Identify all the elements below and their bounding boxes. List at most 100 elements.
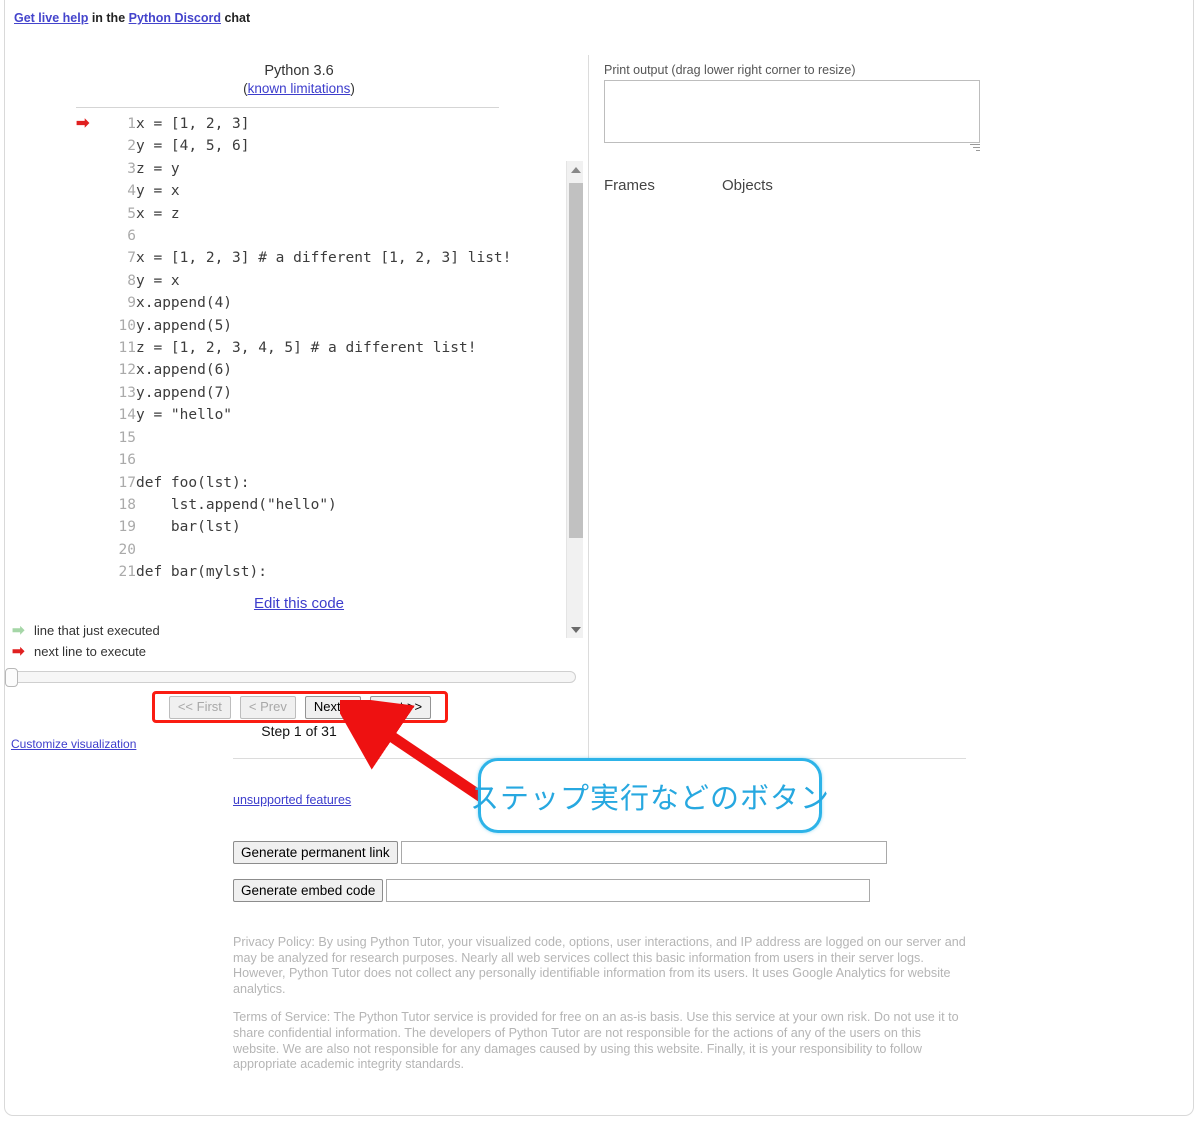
code-divider: [76, 107, 499, 108]
code-line-text[interactable]: y = x: [136, 180, 511, 202]
code-line-text[interactable]: [136, 225, 511, 247]
scroll-down-icon[interactable]: [567, 621, 584, 638]
code-line-row: 17 def foo(lst):: [76, 472, 511, 494]
code-line-number: 19: [118, 519, 136, 536]
code-line-number: 15: [118, 429, 136, 446]
code-line-text[interactable]: def bar(mylst):: [136, 561, 511, 583]
customize-visualization-wrap: Customize visualization: [11, 737, 136, 751]
next-step-button[interactable]: Next >: [304, 695, 361, 719]
customize-visualization-link[interactable]: Customize visualization: [11, 737, 136, 751]
get-live-help-link[interactable]: Get live help: [14, 11, 88, 25]
code-line-text[interactable]: [136, 449, 511, 471]
print-output-label: Print output (drag lower right corner to…: [604, 63, 856, 77]
generate-permanent-link-button[interactable]: Generate permanent link: [233, 841, 398, 864]
code-line-row: 14 y = "hello": [76, 404, 511, 426]
code-line-number: 10: [118, 317, 136, 334]
legend-row-executed: ➡ line that just executed: [12, 620, 160, 641]
legend-executed-label: line that just executed: [34, 623, 160, 638]
help-mid-text: in the: [88, 11, 129, 25]
next-line-arrow-icon: ➡: [76, 115, 90, 132]
code-line-number: 7: [127, 250, 136, 267]
code-line-number: 20: [118, 541, 136, 558]
code-line-number: 11: [118, 340, 136, 357]
code-scrollbar[interactable]: [566, 161, 583, 638]
code-line-arrow-slot: [76, 203, 110, 225]
slider-handle[interactable]: [5, 668, 18, 687]
code-line-arrow-slot: [76, 359, 110, 381]
known-limitations-link[interactable]: known limitations: [248, 81, 351, 96]
code-line-text[interactable]: y = x: [136, 270, 511, 292]
code-line-arrow-slot: [76, 427, 110, 449]
code-line-arrow-slot: [76, 516, 110, 538]
unsupported-features-link[interactable]: unsupported features: [233, 793, 351, 807]
legal-text: Privacy Policy: By using Python Tutor, y…: [233, 935, 969, 1086]
code-line-text[interactable]: x = [1, 2, 3]: [136, 113, 511, 135]
code-line-text[interactable]: x.append(4): [136, 292, 511, 314]
privacy-policy-text: Privacy Policy: By using Python Tutor, y…: [233, 935, 966, 996]
code-line-text[interactable]: x = z: [136, 203, 511, 225]
code-line-number: 17: [118, 474, 136, 491]
code-line-text[interactable]: def foo(lst):: [136, 472, 511, 494]
code-line-arrow-slot: [76, 449, 110, 471]
live-help-banner: Get live help in the Python Discord chat: [14, 11, 250, 25]
edit-this-code-link[interactable]: Edit this code: [254, 595, 344, 612]
code-line-row: 20: [76, 539, 511, 561]
print-output-textarea[interactable]: [604, 80, 980, 143]
known-limitations-line: (known limitations): [0, 80, 598, 97]
annotation-callout: ステップ実行などのボタン: [470, 758, 829, 833]
code-line-text[interactable]: [136, 539, 511, 561]
code-line-row: 10 y.append(5): [76, 315, 511, 337]
code-line-text[interactable]: y = "hello": [136, 404, 511, 426]
code-line-row: 8y = x: [76, 270, 511, 292]
python-version-header: Python 3.6 (known limitations): [0, 63, 598, 97]
code-scrollbar-thumb[interactable]: [569, 183, 583, 538]
last-step-button[interactable]: Last >>: [369, 695, 432, 719]
green-arrow-icon: ➡: [12, 622, 25, 639]
code-line-arrow-slot: [76, 270, 110, 292]
resize-grip-icon[interactable]: [969, 144, 980, 155]
code-line-number: 16: [118, 452, 136, 469]
code-line-number: 4: [127, 183, 136, 200]
code-line-text[interactable]: x.append(6): [136, 359, 511, 381]
legend-row-next: ➡ next line to execute: [12, 641, 160, 662]
legend-next-label: next line to execute: [34, 644, 147, 659]
prev-step-button[interactable]: < Prev: [239, 695, 296, 719]
python-version-label: Python 3.6: [264, 63, 334, 79]
code-line-number: 14: [118, 407, 136, 424]
code-line-text[interactable]: lst.append("hello"): [136, 494, 511, 516]
generate-embed-code-button[interactable]: Generate embed code: [233, 879, 384, 902]
execution-legend: ➡ line that just executed ➡ next line to…: [12, 620, 160, 662]
code-line-text[interactable]: z = [1, 2, 3, 4, 5] # a different list!: [136, 337, 511, 359]
paren-close: ): [350, 81, 355, 96]
code-line-text[interactable]: y.append(5): [136, 315, 511, 337]
code-line-arrow-slot: [76, 135, 110, 157]
generate-embed-code-row: Generate embed code: [233, 879, 871, 902]
code-line-arrow-slot: [76, 337, 110, 359]
code-line-text[interactable]: y = [4, 5, 6]: [136, 135, 511, 157]
code-line-number: 5: [127, 205, 136, 222]
code-display[interactable]: ➡ 1 x = [1, 2, 3] 2 y = [4, 5, 6] 3 z = y4y = …: [76, 113, 556, 583]
python-discord-link[interactable]: Python Discord: [129, 11, 221, 25]
code-line-row: 12 x.append(6): [76, 359, 511, 381]
code-line-text[interactable]: x = [1, 2, 3] # a different [1, 2, 3] li…: [136, 247, 511, 269]
code-line-text[interactable]: z = y: [136, 158, 511, 180]
code-line-text[interactable]: bar(lst): [136, 516, 511, 538]
code-line-text[interactable]: [136, 427, 511, 449]
code-line-row: 9 x.append(4): [76, 292, 511, 314]
code-line-text[interactable]: y.append(7): [136, 382, 511, 404]
code-line-number: 12: [118, 362, 136, 379]
code-line-number: 13: [118, 384, 136, 401]
code-line-row: 11 z = [1, 2, 3, 4, 5] # a different list…: [76, 337, 511, 359]
code-line-number: 21: [118, 564, 136, 581]
code-line-number: 6: [127, 228, 136, 245]
code-line-row: 5x = z: [76, 203, 511, 225]
execution-step-slider[interactable]: [5, 668, 576, 687]
scroll-up-icon[interactable]: [567, 161, 584, 178]
permanent-link-input[interactable]: [400, 841, 887, 864]
code-line-arrow-slot: [76, 382, 110, 404]
code-line-number: 1: [127, 116, 136, 132]
column-divider: [588, 55, 589, 758]
unsupported-features-wrap: unsupported features: [233, 793, 351, 807]
embed-code-input[interactable]: [386, 879, 871, 902]
first-step-button[interactable]: << First: [168, 695, 231, 719]
